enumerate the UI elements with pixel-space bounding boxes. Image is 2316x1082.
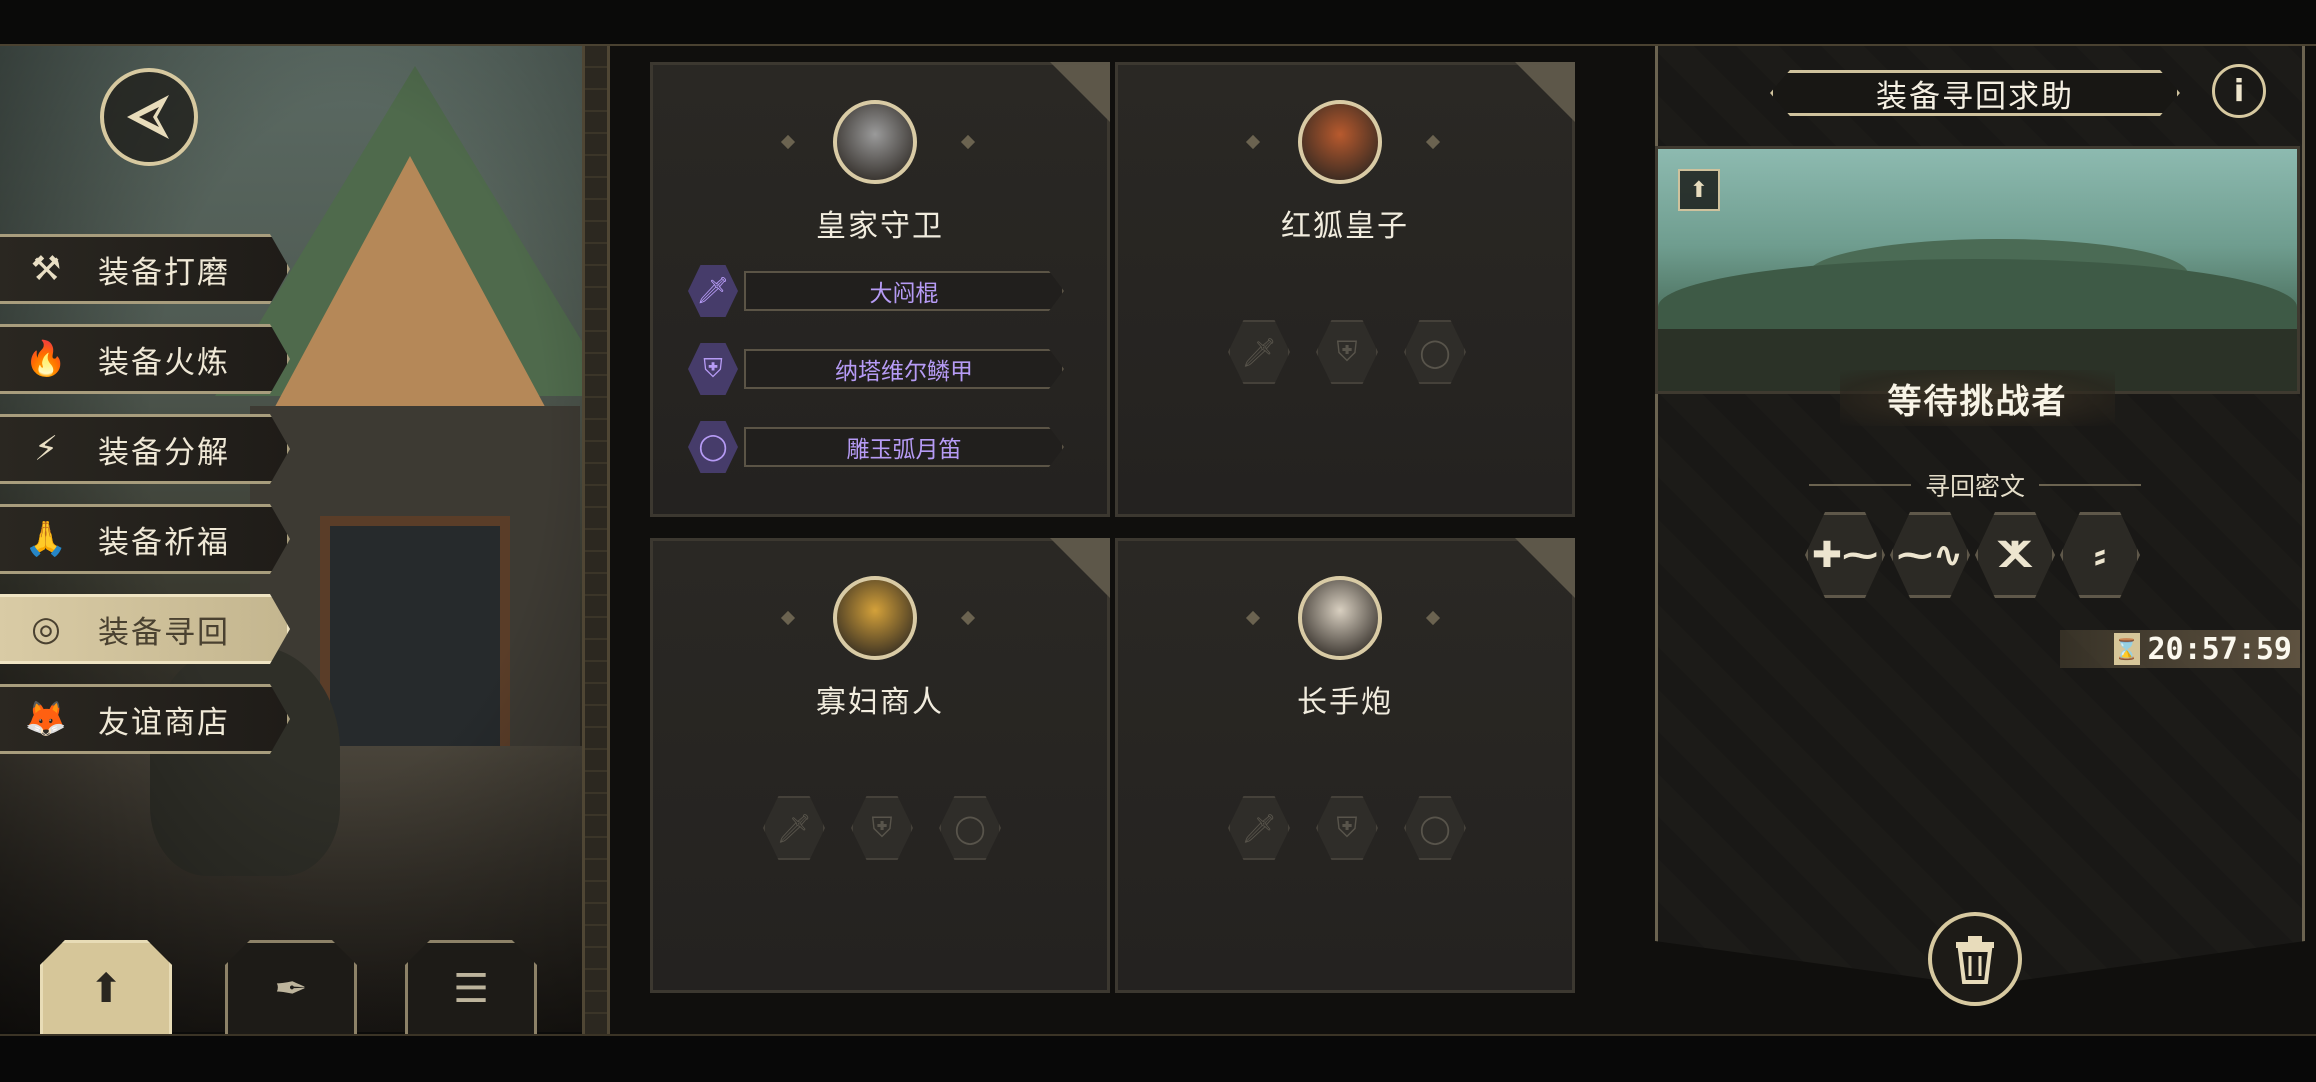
character-portrait — [1298, 576, 1382, 660]
ring-icon: ◯ — [688, 421, 738, 473]
menu-item-label: 友谊商店 — [98, 704, 230, 741]
ring-slot-icon[interactable]: ◯ — [939, 796, 1001, 860]
ornament — [1425, 134, 1441, 150]
equipment-name: 大闷棍 — [744, 271, 1064, 311]
ornament — [960, 610, 976, 626]
top-frame — [0, 0, 2316, 46]
sword-icon: 🗡 — [688, 265, 738, 317]
cipher-title-label: 寻回密文 — [1925, 472, 2026, 501]
ornament — [780, 134, 796, 150]
timer-value: 20:57:59 — [2147, 631, 2293, 667]
sword-slot-icon[interactable]: 🗡 — [1228, 796, 1290, 860]
card-corner — [1515, 538, 1575, 598]
pray-icon: 🙏 — [24, 519, 68, 559]
challenge-preview: ⬆ — [1655, 146, 2300, 394]
back-arrow-icon — [127, 95, 169, 139]
character-card[interactable]: 皇家守卫 🗡 大闷棍 ⛨ 纳塔维尔鳞甲 ◯ 雕玉弧月笛 — [650, 62, 1110, 517]
list-icon: ☰ — [453, 966, 489, 1012]
upload-icon: ⬆ — [1689, 177, 1709, 203]
card-corner — [1515, 62, 1575, 122]
cipher-title: 寻回密文 — [1795, 468, 2155, 502]
armor-slot-icon[interactable]: ⛨ — [1316, 796, 1378, 860]
preview-hills — [1658, 259, 2297, 339]
menu-item-6[interactable]: 🦊 友谊商店 — [0, 684, 290, 754]
info-button[interactable]: i — [2212, 64, 2266, 118]
character-name: 皇家守卫 — [816, 209, 944, 244]
menu-item-label: 装备打磨 — [98, 254, 230, 291]
menu-item-label: 装备祈福 — [98, 524, 230, 561]
menu-item-5[interactable]: ◎ 装备寻回 — [0, 594, 290, 664]
character-card[interactable]: 寡妇商人 🗡 ⛨ ◯ — [650, 538, 1110, 993]
menu-item-label: 装备寻回 — [98, 614, 230, 651]
ornament — [1245, 610, 1261, 626]
character-name: 红狐皇子 — [1281, 209, 1409, 244]
card-corner — [1050, 538, 1110, 598]
ornament — [780, 610, 796, 626]
empty-slots: 🗡 ⛨ ◯ — [1228, 320, 1468, 384]
armor-icon: ⛨ — [688, 343, 738, 395]
info-icon: i — [2233, 73, 2245, 109]
character-portrait — [833, 576, 917, 660]
equipment-slot[interactable]: ⛨ 纳塔维尔鳞甲 — [688, 343, 1068, 395]
countdown-timer: ⌛ 20:57:59 — [2060, 630, 2300, 668]
character-name: 寡妇商人 — [816, 685, 944, 720]
flame-icon: 🔥 — [24, 339, 68, 379]
character-portrait — [1298, 100, 1382, 184]
bottom-tab-3[interactable]: ☰ — [405, 940, 537, 1035]
ring-slot-icon[interactable]: ◯ — [1404, 320, 1466, 384]
feather-icon: ✒ — [274, 966, 308, 1012]
hourglass-icon: ⌛ — [2113, 633, 2140, 665]
trash-icon — [1956, 936, 1994, 984]
upload-icon: ⬆ — [89, 966, 123, 1012]
menu-item-3[interactable]: ⚡ 装备分解 — [0, 414, 290, 484]
hammer-icon: ⚒ — [30, 249, 62, 289]
empty-slots: 🗡 ⛨ ◯ — [1228, 796, 1468, 860]
equipment-name: 纳塔维尔鳞甲 — [744, 349, 1064, 389]
card-corner — [1050, 62, 1110, 122]
ornament — [960, 134, 976, 150]
menu-item-label: 装备分解 — [98, 434, 230, 471]
character-name: 长手炮 — [1297, 685, 1393, 720]
sword-slot-icon[interactable]: 🗡 — [1228, 320, 1290, 384]
menu-item-2[interactable]: 🔥 装备火炼 — [0, 324, 290, 394]
bottom-tab-1[interactable]: ⬆ — [40, 940, 172, 1035]
ring-slot-icon[interactable]: ◯ — [1404, 796, 1466, 860]
status-banner: 等待挑战者 — [1840, 370, 2115, 426]
fox-icon: 🦊 — [24, 699, 68, 739]
panel-title: 装备寻回求助 — [1770, 70, 2180, 116]
character-portrait — [833, 100, 917, 184]
ornament — [1425, 610, 1441, 626]
ornament — [1245, 134, 1261, 150]
delete-button[interactable] — [1928, 912, 2022, 1006]
share-button[interactable]: ⬆ — [1678, 169, 1720, 211]
menu-item-1[interactable]: ⚒ 装备打磨 — [0, 234, 290, 304]
target-icon: ◎ — [31, 609, 61, 649]
character-card[interactable]: 红狐皇子 🗡 ⛨ ◯ — [1115, 62, 1575, 517]
armor-slot-icon[interactable]: ⛨ — [851, 796, 913, 860]
equipment-slot[interactable]: 🗡 大闷棍 — [688, 265, 1068, 317]
back-button[interactable] — [100, 68, 198, 166]
menu-item-4[interactable]: 🙏 装备祈福 — [0, 504, 290, 574]
panel-divider — [582, 46, 610, 1034]
disassemble-icon: ⚡ — [34, 429, 58, 469]
menu-item-label: 装备火炼 — [98, 344, 230, 381]
equipment-slot[interactable]: ◯ 雕玉弧月笛 — [688, 421, 1068, 473]
armor-slot-icon[interactable]: ⛨ — [1316, 320, 1378, 384]
sword-slot-icon[interactable]: 🗡 — [763, 796, 825, 860]
bottom-tab-2[interactable]: ✒ — [225, 940, 357, 1035]
equipment-name: 雕玉弧月笛 — [744, 427, 1064, 467]
bottom-frame — [0, 1034, 2316, 1082]
empty-slots: 🗡 ⛨ ◯ — [763, 796, 1003, 860]
character-card[interactable]: 长手炮 🗡 ⛨ ◯ — [1115, 538, 1575, 993]
